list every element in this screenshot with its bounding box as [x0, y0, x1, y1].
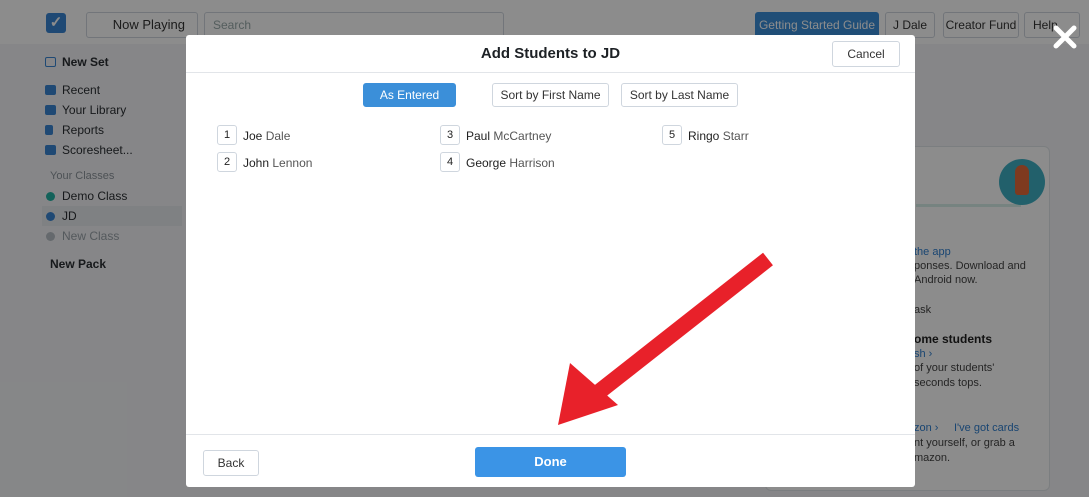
- sort-as-entered-button[interactable]: As Entered: [363, 83, 456, 107]
- student-last-name: Lennon: [272, 156, 313, 170]
- student-item[interactable]: 4 George Harrison: [440, 152, 555, 174]
- student-number: 2: [217, 152, 237, 172]
- sort-first-name-button[interactable]: Sort by First Name: [492, 83, 609, 107]
- student-item[interactable]: 2 John Lennon: [217, 152, 312, 174]
- modal-header: Add Students to JD Cancel: [186, 35, 915, 73]
- student-first-name: Ringo: [688, 129, 720, 143]
- student-last-name: Harrison: [509, 156, 555, 170]
- student-last-name: Starr: [722, 129, 749, 143]
- student-item[interactable]: 3 Paul McCartney: [440, 125, 551, 147]
- sort-last-name-button[interactable]: Sort by Last Name: [621, 83, 738, 107]
- student-number: 5: [662, 125, 682, 145]
- student-item[interactable]: 5 Ringo Starr: [662, 125, 749, 147]
- student-first-name: Paul: [466, 129, 491, 143]
- annotation-arrow-icon: [558, 252, 773, 425]
- student-number: 1: [217, 125, 237, 145]
- cancel-button[interactable]: Cancel: [832, 41, 900, 67]
- student-last-name: Dale: [265, 129, 291, 143]
- modal-title: Add Students to JD: [480, 45, 621, 62]
- close-icon[interactable]: [1052, 24, 1078, 50]
- student-last-name: McCartney: [493, 129, 552, 143]
- modal-footer: Back Done: [186, 434, 915, 487]
- student-first-name: Joe: [243, 129, 263, 143]
- done-button[interactable]: Done: [475, 447, 626, 477]
- student-first-name: John: [243, 156, 270, 170]
- student-number: 3: [440, 125, 460, 145]
- back-button[interactable]: Back: [203, 450, 259, 476]
- student-number: 4: [440, 152, 460, 172]
- student-item[interactable]: 1 Joe Dale: [217, 125, 290, 147]
- student-first-name: George: [466, 156, 507, 170]
